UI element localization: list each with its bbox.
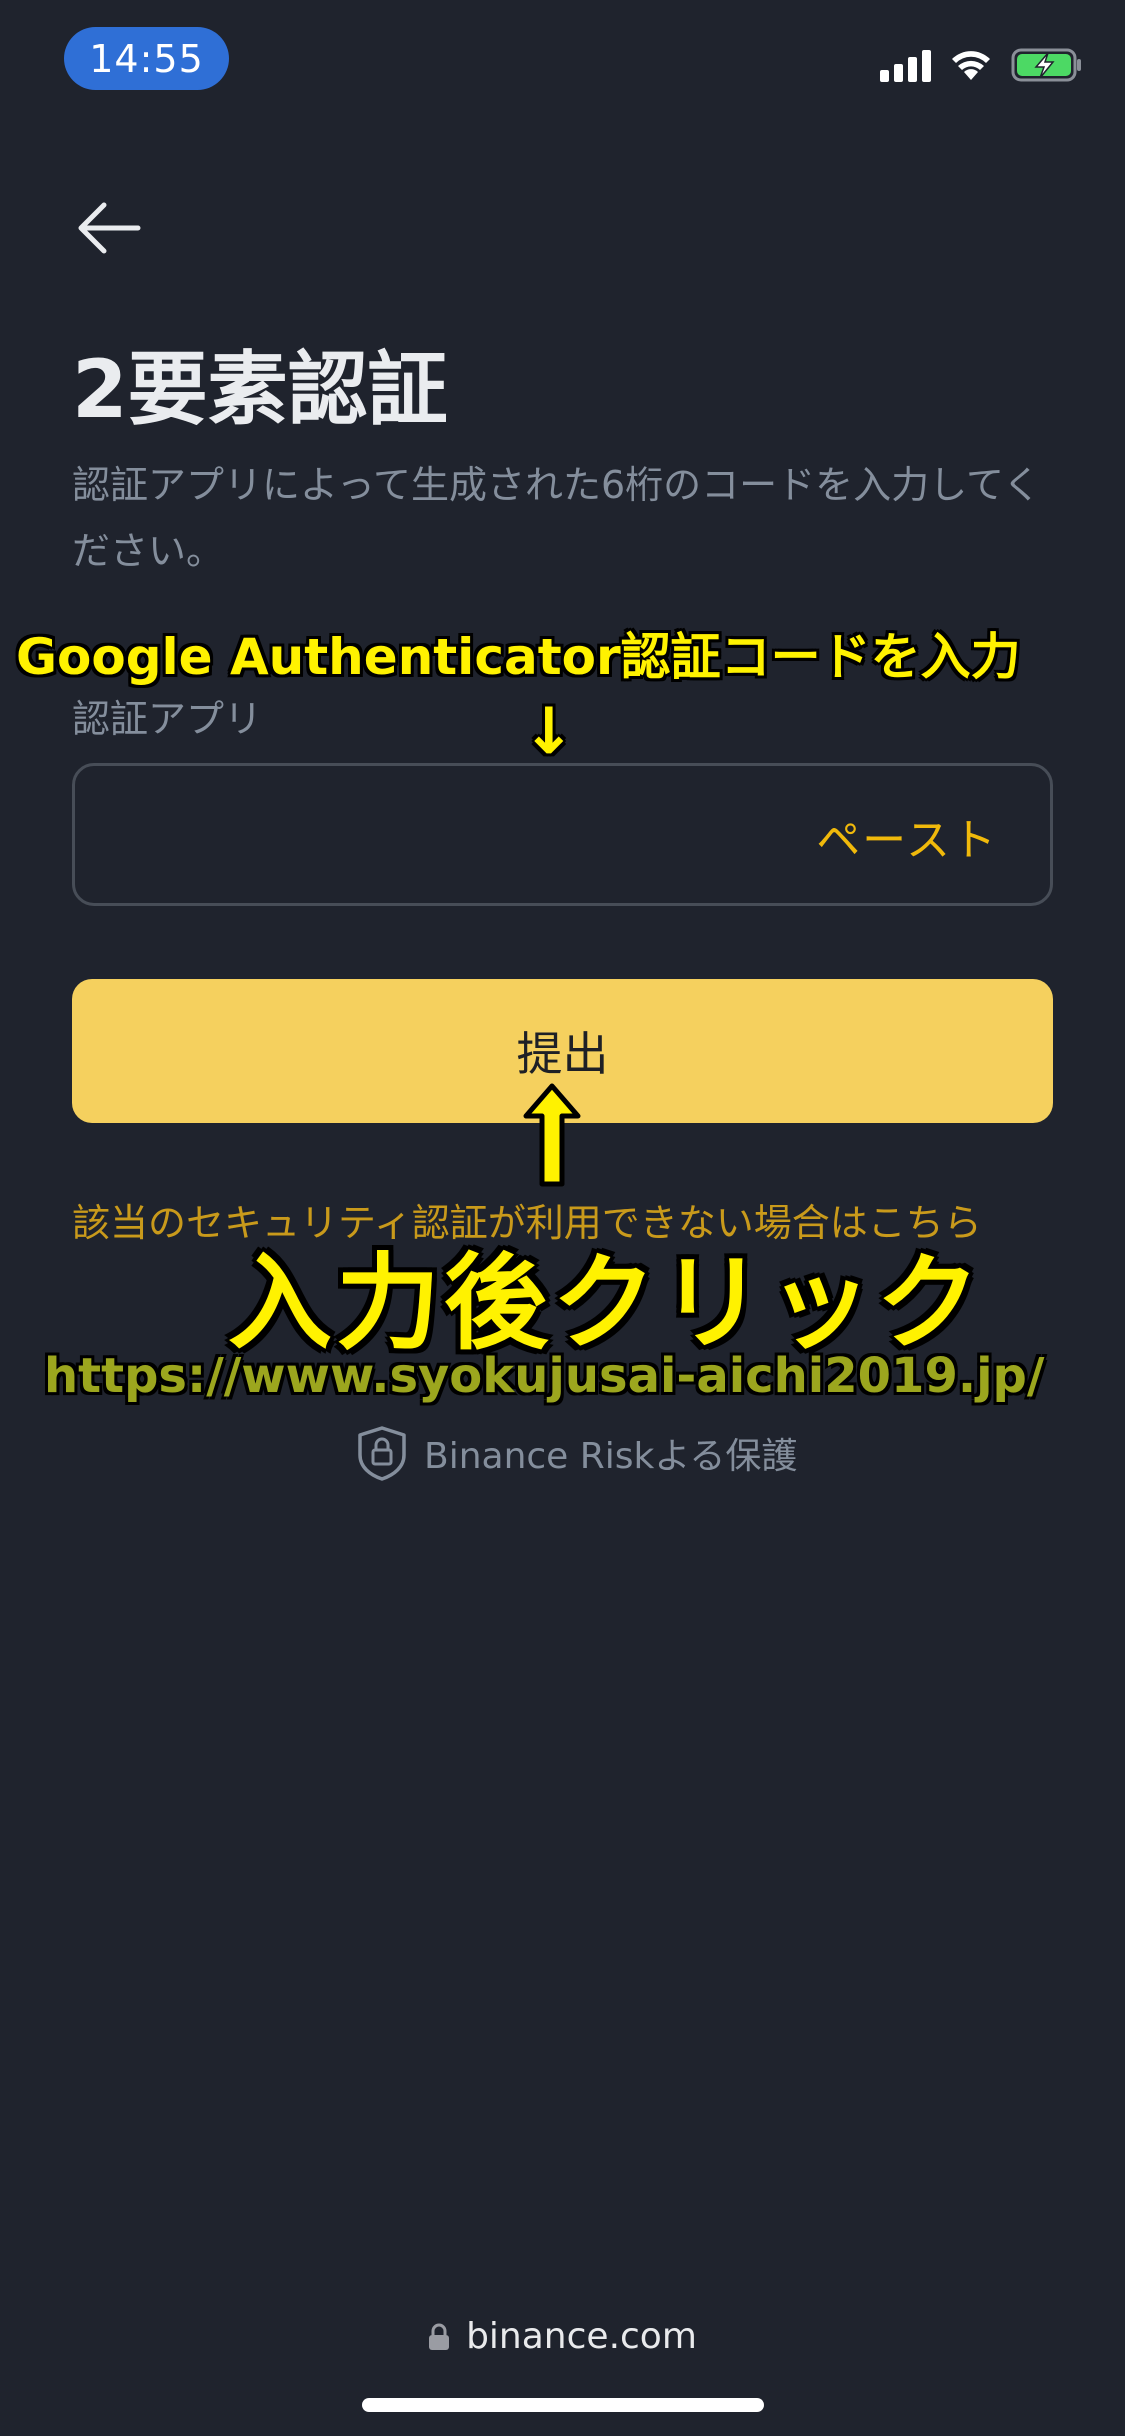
annotation-click-after-input: 入力後クリック bbox=[228, 1242, 985, 1364]
protection-text: Binance Riskよる保護 bbox=[424, 1436, 798, 1477]
battery-charging-icon bbox=[1011, 48, 1081, 82]
annotation-watermark-url: https://www.syokujusai-aichi2019.jp/ bbox=[44, 1348, 1045, 1404]
status-icons bbox=[880, 44, 1083, 86]
annotation-up-arrow-icon bbox=[523, 1083, 581, 1187]
browser-domain: binance.com bbox=[466, 2316, 697, 2357]
annotation-enter-code: Google Authenticator認証コードを入力 bbox=[16, 628, 1021, 686]
paste-button[interactable]: ペースト bbox=[816, 804, 998, 868]
instruction-text: 認証アプリによって生成された6桁のコードを入力してください。 bbox=[72, 463, 1041, 573]
browser-url-bar[interactable]: binance.com bbox=[0, 2316, 1125, 2357]
page-title: 2要素認証 bbox=[72, 343, 448, 436]
annotation-down-arrow: ↓ bbox=[522, 695, 576, 769]
home-indicator[interactable] bbox=[362, 2398, 764, 2412]
back-arrow-icon[interactable] bbox=[72, 196, 144, 260]
status-time: 14:55 bbox=[64, 27, 229, 90]
shield-lock-icon bbox=[358, 1426, 406, 1481]
authenticator-field-label: 認証アプリ bbox=[72, 697, 263, 741]
wifi-icon bbox=[952, 51, 990, 80]
binance-risk-protection: Binance Riskよる保護 bbox=[356, 1424, 797, 1482]
lock-icon bbox=[429, 2323, 450, 2350]
authenticator-code-input[interactable]: ペースト bbox=[72, 763, 1053, 906]
cellular-signal-icon bbox=[880, 48, 931, 82]
